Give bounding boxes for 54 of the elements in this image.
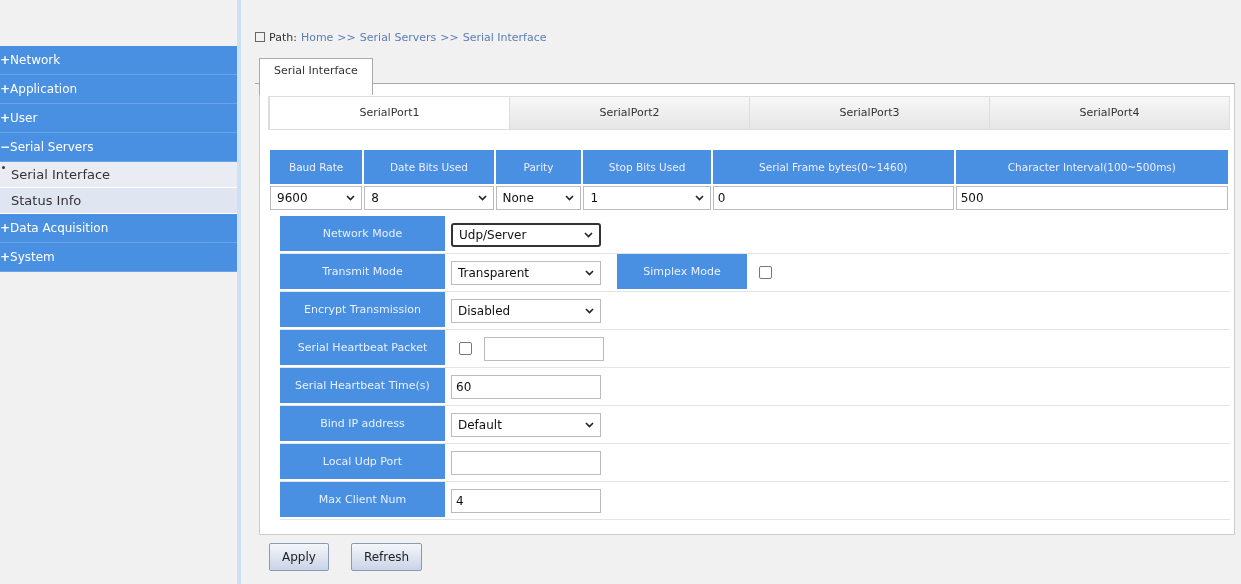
column-header: Parity xyxy=(495,150,582,184)
port-tab[interactable]: SerialPort3 xyxy=(749,97,989,129)
field-label: Simplex Mode xyxy=(617,254,747,291)
input-field[interactable]: 60 xyxy=(451,374,601,399)
chevron-icon xyxy=(565,195,575,201)
checkbox[interactable] xyxy=(459,342,472,355)
column-header: Stop Bits Used xyxy=(583,150,711,184)
dropdown[interactable]: None xyxy=(495,186,582,210)
column-header: Date Bits Used xyxy=(364,150,494,184)
chevron-icon xyxy=(585,421,594,428)
field-label: Serial Heartbeat Time(s) xyxy=(280,368,445,405)
input-field[interactable] xyxy=(451,450,601,475)
chevron-icon xyxy=(585,307,594,314)
dropdown[interactable]: Transparent xyxy=(451,260,601,285)
square-icon xyxy=(255,32,265,42)
field-label: Encrypt Transmission xyxy=(280,292,445,329)
dropdown[interactable]: Default xyxy=(451,412,601,437)
dropdown[interactable]: 9600 xyxy=(270,186,363,210)
dropdown[interactable]: Disabled xyxy=(451,298,601,323)
port-tab[interactable]: SerialPort2 xyxy=(509,97,749,129)
action-button[interactable]: Refresh xyxy=(350,543,423,571)
breadcrumb[interactable]: Serial Servers xyxy=(359,30,437,44)
path-label: Path: xyxy=(269,30,297,44)
checkbox[interactable] xyxy=(759,266,772,279)
breadcrumb[interactable]: Home xyxy=(300,30,334,44)
chevron-icon xyxy=(694,195,704,201)
column-header: Baud Rate xyxy=(270,150,363,184)
breadcrumb[interactable]: Serial Interface xyxy=(462,30,547,44)
menu-item[interactable]: Status Info xyxy=(0,188,237,214)
column-header: Character Interval(100~500ms) xyxy=(955,150,1228,184)
dropdown[interactable]: Udp/Server xyxy=(451,222,601,247)
breadcrumb: >> xyxy=(440,30,459,44)
field-label: Transmit Mode xyxy=(280,254,445,291)
field-label: Local Udp Port xyxy=(280,444,445,481)
chevron-icon xyxy=(477,195,487,201)
page-tab[interactable]: Serial Interface xyxy=(259,58,373,95)
dropdown[interactable]: 1 xyxy=(583,186,711,210)
breadcrumb: >> xyxy=(337,30,356,44)
column-header: Serial Frame bytes(0~1460) xyxy=(712,150,954,184)
input-field[interactable] xyxy=(484,336,604,361)
input-field[interactable]: 4 xyxy=(451,488,601,513)
field-label: Bind IP address xyxy=(280,406,445,443)
chevron-icon xyxy=(584,231,593,238)
port-tab[interactable]: SerialPort4 xyxy=(989,97,1229,129)
input-field[interactable]: 0 xyxy=(712,186,954,210)
dropdown[interactable]: 8 xyxy=(364,186,494,210)
input-field[interactable]: 500 xyxy=(955,186,1228,210)
action-button[interactable]: Apply xyxy=(269,543,329,571)
field-label: Network Mode xyxy=(280,216,445,253)
field-label: Serial Heartbeat Packet xyxy=(280,330,445,367)
field-label: Max Client Num xyxy=(280,482,445,519)
chevron-icon xyxy=(346,195,356,201)
menu-item[interactable]: Serial Interface xyxy=(0,162,237,188)
chevron-icon xyxy=(585,269,594,276)
